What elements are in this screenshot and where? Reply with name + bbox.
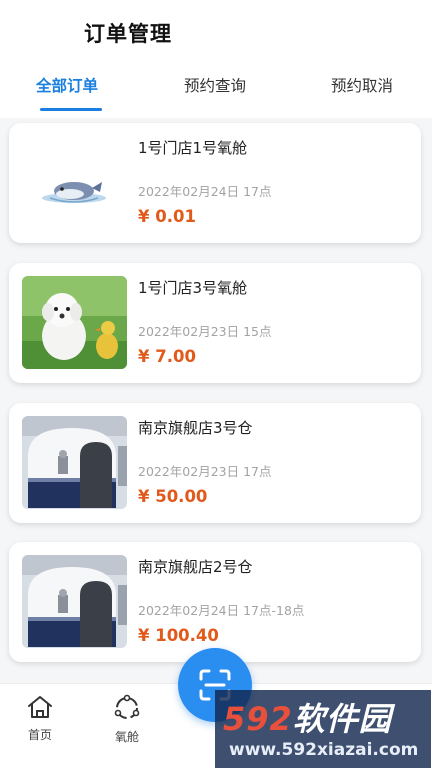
order-price: ¥ 50.00 (138, 487, 208, 506)
header: 订单管理 全部订单 预约查询 预约取消 (0, 0, 432, 118)
cabin-icon (114, 694, 140, 719)
order-card[interactable]: 南京旗舰店2号仓 2022年02月24日 17点-18点 ¥ 100.40 (9, 542, 421, 662)
tab-booking-cancel[interactable]: 预约取消 (331, 74, 393, 96)
watermark-brand-digits: 592 (223, 700, 293, 738)
puppy-and-duckling-photo (22, 276, 127, 369)
order-date: 2022年02月24日 17点 (138, 184, 272, 199)
order-date: 2022年02月23日 17点 (138, 464, 272, 479)
order-tabs: 全部订单 预约查询 预约取消 (0, 70, 432, 114)
order-title: 1号门店1号氧舱 (138, 139, 248, 157)
order-title: 1号门店3号氧舱 (138, 279, 248, 297)
active-tab-indicator (40, 108, 102, 111)
order-date: 2022年02月23日 15点 (138, 324, 272, 339)
order-price: ¥ 100.40 (138, 626, 219, 645)
order-card[interactable]: 1号门店3号氧舱 2022年02月23日 15点 ¥ 7.00 (9, 263, 421, 383)
watermark: 592软件园 www.592xiazai.com (215, 690, 431, 768)
order-title: 南京旗舰店2号仓 (138, 558, 253, 576)
order-card[interactable]: 南京旗舰店3号仓 2022年02月23日 17点 ¥ 50.00 (9, 403, 421, 523)
oxygen-chamber-photo (22, 416, 127, 509)
order-card[interactable]: 1号门店1号氧舱 2022年02月24日 17点 ¥ 0.01 (9, 123, 421, 243)
tabbar-label-cabin: 氧舱 (114, 730, 139, 744)
order-title: 南京旗舰店3号仓 (138, 419, 253, 437)
tab-booking-query[interactable]: 预约查询 (184, 74, 246, 96)
oxygen-chamber-photo (22, 555, 127, 648)
tabbar-item-cabin[interactable]: 氧舱 (97, 694, 157, 745)
watermark-brand: 592软件园 (223, 694, 392, 740)
home-icon (28, 696, 52, 718)
tabbar-label-home: 首页 (27, 728, 52, 742)
toy-fish-picture (22, 136, 127, 229)
tab-all-orders[interactable]: 全部订单 (36, 74, 98, 96)
order-price: ¥ 0.01 (138, 207, 196, 226)
order-date: 2022年02月24日 17点-18点 (138, 603, 305, 618)
watermark-url: www.592xiazai.com (229, 740, 419, 760)
tabbar-item-home[interactable]: 首页 (10, 694, 70, 743)
order-price: ¥ 7.00 (138, 347, 196, 366)
watermark-brand-text: 软件园 (292, 700, 392, 738)
page-title: 订单管理 (84, 22, 172, 46)
